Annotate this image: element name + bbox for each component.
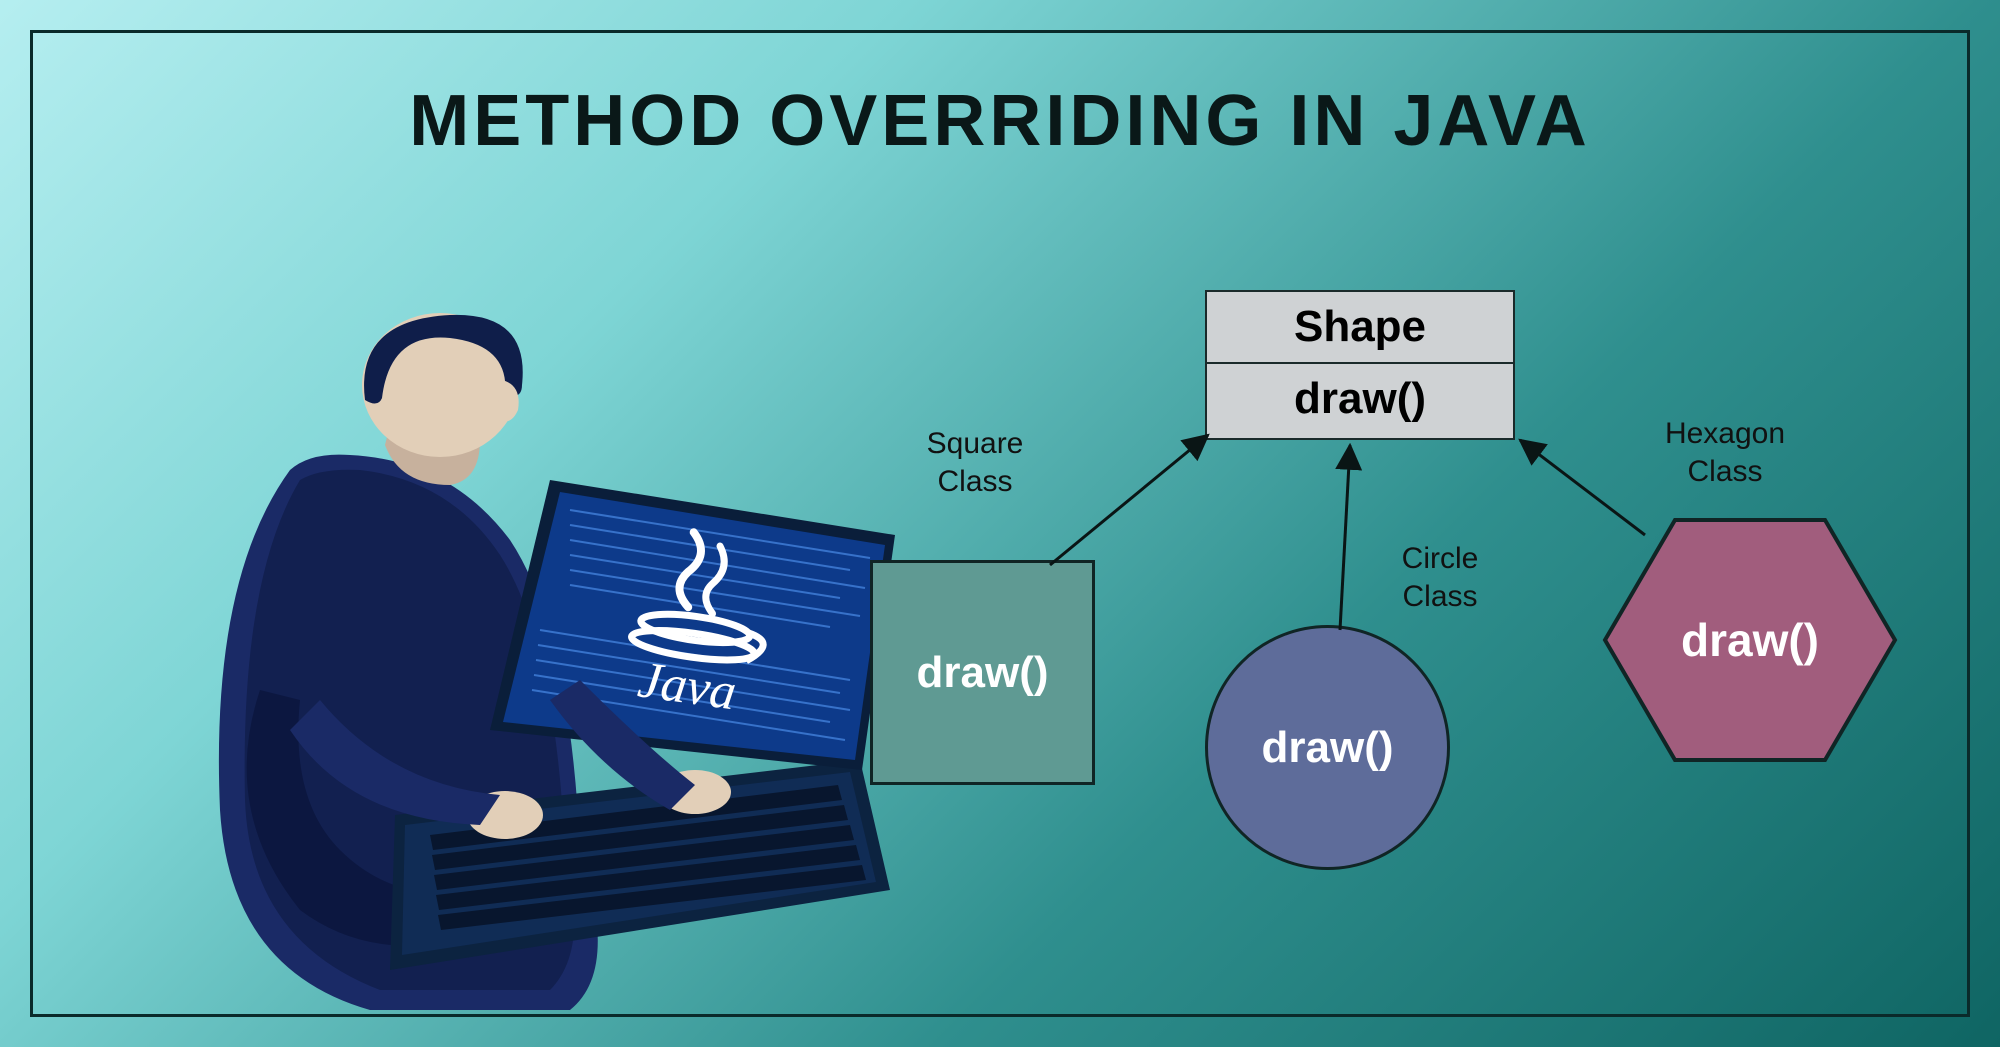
circle-method: draw()	[1262, 723, 1394, 773]
parent-class-name: Shape	[1207, 292, 1513, 364]
parent-class-box: Shape draw()	[1205, 290, 1515, 440]
square-subclass: draw()	[870, 560, 1095, 785]
square-method: draw()	[917, 648, 1049, 698]
square-class-label: Square Class	[900, 425, 1050, 500]
parent-class-method: draw()	[1207, 364, 1513, 438]
circle-subclass: draw()	[1205, 625, 1450, 870]
circle-class-label: Circle Class	[1375, 540, 1505, 615]
hexagon-subclass: draw()	[1600, 510, 1900, 770]
hexagon-class-label: Hexagon Class	[1640, 415, 1810, 490]
page-title: METHOD OVERRIDING IN JAVA	[0, 80, 2000, 162]
inheritance-diagram: Shape draw() Square Class Circle Class H…	[870, 290, 1940, 940]
programmer-illustration: Java	[150, 330, 910, 1020]
hexagon-method: draw()	[1681, 613, 1819, 667]
